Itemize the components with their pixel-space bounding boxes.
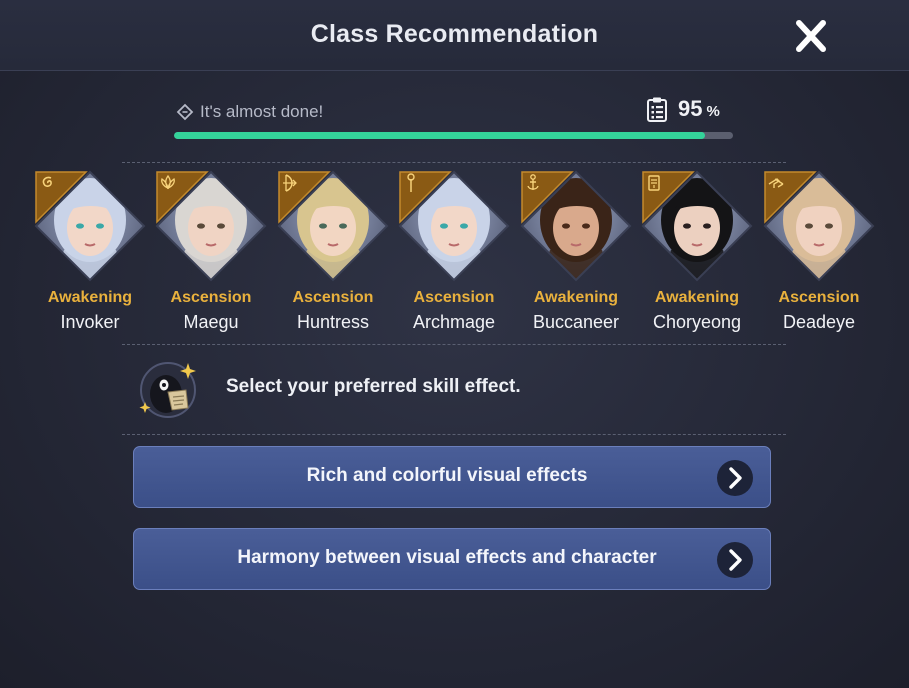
progress-value: 95: [678, 96, 703, 121]
class-name-label: Invoker: [60, 312, 120, 332]
progress-bar: [174, 132, 733, 139]
class-card-buccaneer[interactable]: Awakening Buccaneer: [520, 170, 632, 340]
class-name-label: Maegu: [183, 312, 239, 332]
divider: [122, 162, 786, 163]
option-label: Harmony between visual effects and chara…: [237, 547, 657, 568]
chevron-right-icon: [717, 542, 753, 578]
class-portrait: [398, 170, 510, 282]
progress-unit: %: [706, 102, 720, 120]
class-card-invoker[interactable]: Awakening Invoker: [34, 170, 146, 340]
class-card-deadeye[interactable]: Ascension Deadeye: [763, 170, 875, 340]
class-portrait: [520, 170, 632, 282]
class-type-label: Ascension: [778, 289, 860, 306]
class-portrait: [34, 170, 146, 282]
class-type-label: Ascension: [292, 289, 374, 306]
divider: [122, 434, 786, 435]
class-card-archmage[interactable]: Ascension Archmage: [398, 170, 510, 340]
class-portrait: [641, 170, 753, 282]
divider: [122, 344, 786, 345]
class-type-label: Awakening: [47, 289, 133, 306]
progress-percent: 95 %: [646, 96, 720, 122]
class-portrait: [277, 170, 389, 282]
progress-status: It's almost done!: [176, 102, 323, 122]
class-type-label: Ascension: [170, 289, 252, 306]
class-portrait: [155, 170, 267, 282]
diamond-icon: [176, 103, 194, 121]
class-type-label: Awakening: [533, 289, 619, 306]
option-button-rich-effects[interactable]: Rich and colorful visual effects: [133, 446, 771, 508]
class-portrait: [763, 170, 875, 282]
header-bar: Class Recommendation: [0, 0, 909, 71]
option-label: Rich and colorful visual effects: [306, 465, 588, 486]
close-button[interactable]: [790, 16, 832, 56]
mascot-icon: [139, 362, 196, 418]
chevron-right-icon: [717, 460, 753, 496]
class-name-label: Choryeong: [652, 312, 742, 332]
class-name-label: Archmage: [412, 312, 496, 332]
class-card-choryeong[interactable]: Awakening Choryeong: [641, 170, 753, 340]
close-icon: [796, 20, 826, 52]
class-name-label: Deadeye: [782, 312, 856, 332]
question-text: Select your preferred skill effect.: [226, 376, 521, 397]
clipboard-icon: [647, 97, 667, 122]
class-card-huntress[interactable]: Ascension Huntress: [277, 170, 389, 340]
class-name-label: Huntress: [296, 312, 370, 332]
guide-mascot: [138, 358, 204, 420]
progress-bar-fill: [174, 132, 706, 139]
class-name-label: Buccaneer: [532, 312, 620, 332]
class-card-maegu[interactable]: Ascension Maegu: [155, 170, 267, 340]
progress-label: It's almost done!: [200, 102, 324, 121]
class-type-label: Ascension: [413, 289, 495, 306]
option-button-harmony-effects[interactable]: Harmony between visual effects and chara…: [133, 528, 771, 590]
recommendation-panel: Class Recommendation It's almost done! 9…: [0, 0, 909, 688]
page-title: Class Recommendation: [310, 20, 599, 48]
class-type-label: Awakening: [654, 289, 740, 306]
